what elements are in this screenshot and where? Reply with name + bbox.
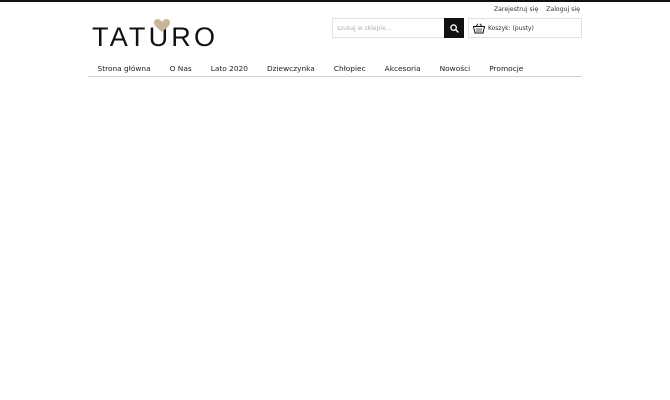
basket-icon: [473, 23, 485, 33]
logo[interactable]: TATURO: [92, 19, 218, 52]
search-icon: [449, 23, 459, 33]
nav-item-home[interactable]: Strona główna: [88, 62, 160, 76]
nav-item-accessories[interactable]: Akcesoria: [375, 62, 430, 76]
user-links: Zarejestruj się Zaloguj się: [488, 6, 580, 13]
search-input[interactable]: [333, 19, 451, 37]
nav-item-girl[interactable]: Dziewczynka: [257, 62, 324, 76]
nav-item-boy[interactable]: Chłopiec: [324, 62, 375, 76]
nav-item-about[interactable]: O Nas: [160, 62, 201, 76]
register-link[interactable]: Zarejestruj się: [494, 6, 538, 13]
cart-button[interactable]: Koszyk: (pusty): [468, 18, 582, 38]
login-link[interactable]: Zaloguj się: [546, 6, 580, 13]
nav-item-summer-2020[interactable]: Lato 2020: [201, 62, 257, 76]
search-button[interactable]: [444, 18, 464, 38]
main-nav: Strona główna O Nas Lato 2020 Dziewczynk…: [88, 62, 582, 77]
cart-label: Koszyk: (pusty): [488, 24, 534, 32]
nav-item-promotions[interactable]: Promocje: [480, 62, 533, 76]
page: Zarejestruj się Zaloguj się TATURO szuka…: [0, 0, 670, 400]
heart-icon: [154, 19, 170, 32]
search-box: [332, 18, 464, 38]
nav-item-new[interactable]: Nowości: [430, 62, 480, 76]
